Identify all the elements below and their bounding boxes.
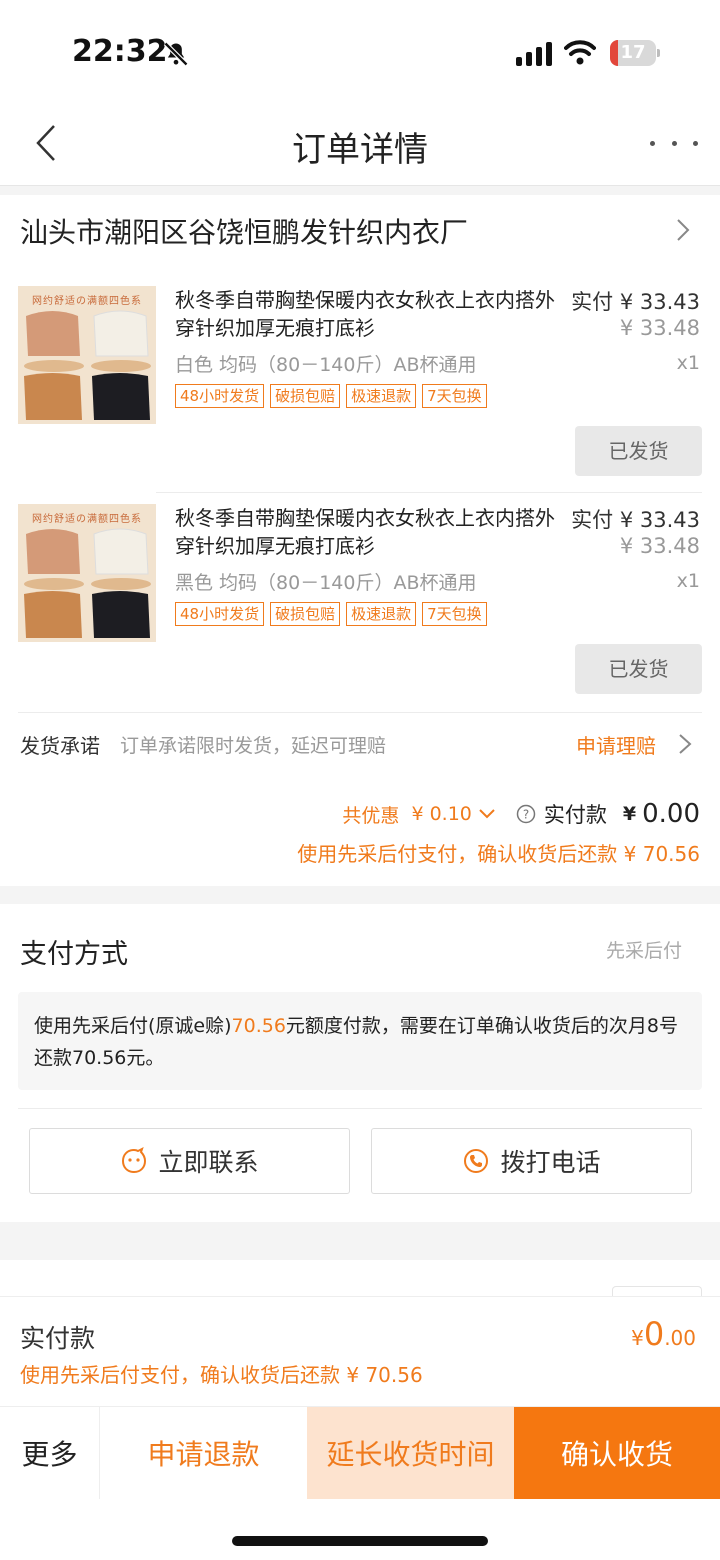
apply-claim-link[interactable]: 申请理赔 [576,730,656,759]
product-qty: x1 [676,352,700,374]
order-summary: 共优惠 ¥ 0.10 ? 实付款 ¥ 0.00 [342,798,700,830]
chevron-right-icon[interactable] [676,732,694,756]
action-bar: 更多 申请退款 延长收货时间 确认收货 [0,1406,720,1499]
product-title[interactable]: 秋冬季自带胸垫保暖内衣女秋衣上衣内搭外穿针织加厚无痕打底衫 [175,504,555,560]
payment-title: 支付方式 [20,939,128,970]
total-note: 使用先采后付支付，确认收货后还款 ¥ 70.56 [20,1363,423,1387]
shipping-promise-row: 发货承诺 订单承诺限时发货，延迟可理赔 申请理赔 [0,714,720,772]
tag-48h-shipping: 48小时发货 [175,602,265,626]
call-phone-label: 拨打电话 [500,1148,601,1177]
service-tags: 48小时发货 破损包赔 极速退款 7天包换 [175,602,487,626]
shop-name: 汕头市潮阳区谷饶恒鹏发针织内衣厂 [20,216,469,249]
total-amount: ¥0.00 [631,1315,696,1353]
chat-icon [122,1147,147,1174]
product-spec: 白色 均码（80－140斤）AB杯通用 [175,354,477,376]
total-label: 实付款 [20,1324,96,1353]
tag-fast-refund: 极速退款 [346,384,417,408]
image-banner-text: 网约舒适の满额四色系 [32,296,142,307]
wifi-icon [564,40,596,65]
tag-7day-exchange: 7天包换 [422,384,487,408]
paid-price: 实付 ¥ 33.43 [571,290,700,314]
discount-value[interactable]: ¥ 0.10 [411,803,471,825]
product-item[interactable]: 网约舒适の满额四色系 秋冬季自带胸垫保暖内衣女秋衣上衣内搭外穿针织加厚无痕打底衫… [0,504,720,714]
more-dots-icon[interactable] [650,126,698,160]
promise-text: 订单承诺限时发货，延迟可理赔 [120,735,387,757]
divider [18,1108,702,1109]
total-bar: 实付款 ¥0.00 使用先采后付支付，确认收货后还款 ¥ 70.56 [0,1296,720,1406]
call-phone-button[interactable]: 拨打电话 [371,1128,692,1194]
section-divider [0,1222,720,1260]
more-button[interactable]: 更多 [0,1407,100,1499]
payment-desc-prefix: 使用先采后付(原诚e赊) [34,1015,232,1037]
paid-label: 实付款 [543,803,607,827]
contact-seller-button[interactable]: 立即联系 [29,1128,350,1194]
service-tags: 48小时发货 破损包赔 极速退款 7天包换 [175,384,487,408]
product-image[interactable]: 网约舒适の满额四色系 [18,504,156,642]
paid-currency: ¥ [622,803,637,825]
confirm-receipt-button[interactable]: 确认收货 [514,1407,720,1499]
tag-damage-compensation: 破损包赔 [270,602,341,626]
original-price: ¥ 33.48 [619,316,700,340]
bell-off-icon [163,41,189,67]
product-spec: 黑色 均码（80－140斤）AB杯通用 [175,572,477,594]
original-price: ¥ 33.48 [619,534,700,558]
status-time: 22:32 [72,34,168,69]
nav-bar: 订单详情 [0,100,720,186]
status-bar: 22:32 17 [0,0,720,100]
divider [18,712,702,713]
battery-level: 17 [620,42,646,63]
total-amount-dec: .00 [664,1326,696,1350]
home-indicator[interactable] [232,1536,488,1546]
payment-desc-amount: 70.56 [231,1015,286,1037]
tag-48h-shipping: 48小时发货 [175,384,265,408]
paid-value: 0.00 [642,799,700,829]
page-title: 订单详情 [292,130,428,170]
discount-label[interactable]: 共优惠 [342,801,399,828]
svg-text:?: ? [523,808,529,822]
payment-method: 先采后付 [605,940,682,962]
help-icon[interactable]: ? [516,804,536,824]
total-amount-int: 0 [643,1315,665,1353]
product-image[interactable]: 网约舒适の满额四色系 [18,286,156,424]
product-item[interactable]: 网约舒适の满额四色系 秋冬季自带胸垫保暖内衣女秋衣上衣内搭外穿针织加厚无痕打底衫… [0,286,720,496]
phone-icon [464,1149,489,1173]
battery-icon: 17 [610,40,660,66]
section-divider [0,886,720,904]
section-divider [0,186,720,195]
chevron-right-icon [677,219,690,241]
promise-label: 发货承诺 [20,734,100,758]
shop-row[interactable]: 汕头市潮阳区谷饶恒鹏发针织内衣厂 [0,195,720,267]
tag-fast-refund: 极速退款 [346,602,417,626]
chevron-down-icon[interactable] [478,807,496,821]
image-banner-text: 网约舒适の满额四色系 [32,514,142,525]
apply-refund-button[interactable]: 申请退款 [100,1407,307,1499]
shipped-status-button[interactable]: 已发货 [575,644,702,694]
pay-later-note: 使用先采后付支付，确认收货后还款 ¥ 70.56 [297,842,700,866]
shipped-status-button[interactable]: 已发货 [575,426,702,476]
tag-damage-compensation: 破损包赔 [270,384,341,408]
cellular-signal-icon [516,42,552,66]
contact-seller-label: 立即联系 [158,1148,259,1177]
divider [156,492,702,493]
paid-price: 实付 ¥ 33.43 [571,508,700,532]
product-title[interactable]: 秋冬季自带胸垫保暖内衣女秋衣上衣内搭外穿针织加厚无痕打底衫 [175,286,555,342]
extend-receipt-button[interactable]: 延长收货时间 [307,1407,514,1499]
payment-description: 使用先采后付(原诚e赊)70.56元额度付款，需要在订单确认收货后的次月8号还款… [18,992,702,1090]
total-currency: ¥ [631,1326,644,1350]
tag-7day-exchange: 7天包换 [422,602,487,626]
product-qty: x1 [676,570,700,592]
